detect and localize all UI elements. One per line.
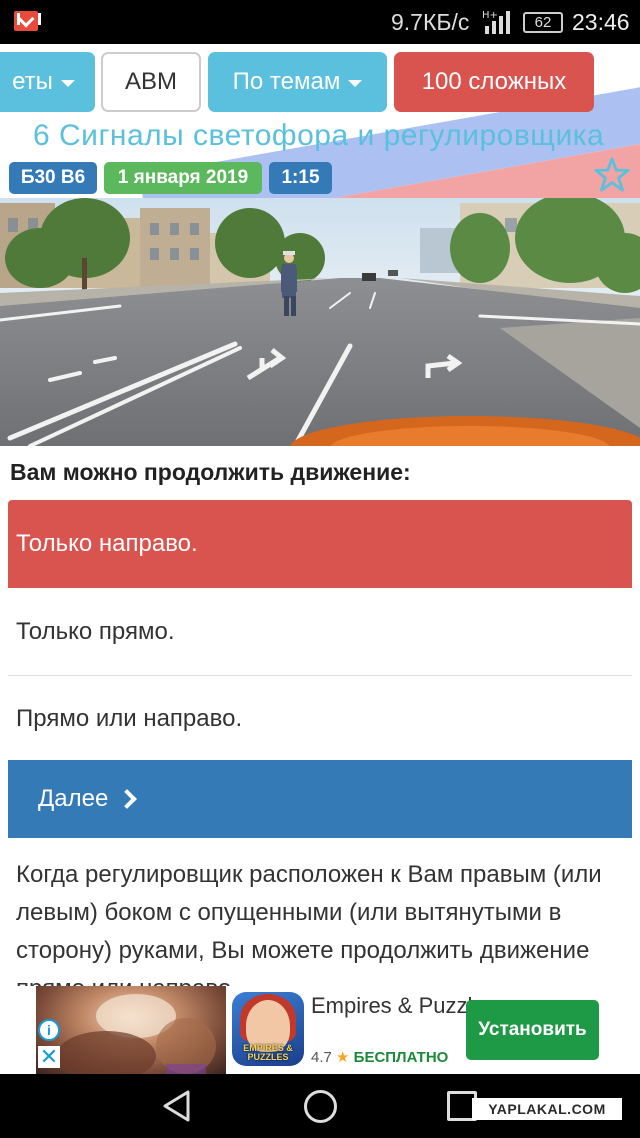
category-abm-button[interactable]: ABM (101, 52, 201, 112)
install-button[interactable]: Установить (466, 1000, 599, 1060)
home-icon[interactable] (304, 1090, 337, 1123)
app-icon-logo: EMPIRES & PUZZLES (243, 1043, 293, 1062)
caret-down-icon (348, 80, 363, 87)
tickets-dropdown-button[interactable]: еты (0, 52, 95, 112)
ticket-badge: Б30 В6 (9, 162, 97, 194)
answer-option-2[interactable]: Только прямо. (8, 588, 632, 676)
next-label: Далее (38, 785, 109, 812)
battery-icon: 62 (523, 12, 563, 33)
ad-image (36, 986, 226, 1074)
ad-info-icon[interactable]: i (38, 1019, 60, 1041)
question-image (0, 198, 640, 446)
next-button[interactable]: Далее (8, 760, 632, 838)
ad-close-icon[interactable]: ✕ (38, 1046, 60, 1068)
explanation-text: Когда регулировщик расположен к Вам прав… (16, 861, 602, 986)
ad-banner[interactable]: i ✕ EMPIRES & PUZZLES Empires & Puzzles … (36, 986, 606, 1074)
header: еты ABM По темам 100 сложных 6 Сигналы с… (0, 44, 640, 198)
status-bar: 9.7КБ/с H+ 62 23:46 (0, 0, 640, 44)
favorite-star-icon[interactable] (593, 156, 631, 194)
battery-level: 62 (534, 14, 552, 31)
topics-label: По темам (232, 68, 341, 95)
answer-option-1[interactable]: Только направо. (8, 500, 632, 588)
topics-dropdown-button[interactable]: По темам (208, 52, 387, 112)
caret-down-icon (60, 80, 75, 87)
hard-questions-button[interactable]: 100 сложных (394, 52, 594, 112)
answer-label: Только прямо. (16, 617, 175, 645)
answer-label: Прямо или направо. (16, 705, 243, 732)
date-badge: 1 января 2019 (104, 162, 262, 194)
clock: 23:46 (572, 9, 630, 35)
signal-icon: H+ (482, 10, 510, 34)
ad-price: БЕСПЛАТНО (353, 1049, 449, 1066)
ad-meta: 4.7 ★ БЕСПЛАТНО (311, 1048, 448, 1066)
chevron-right-icon (117, 789, 138, 809)
answer-option-3[interactable]: Прямо или направо. (8, 675, 632, 763)
app-icon: EMPIRES & PUZZLES (232, 992, 304, 1066)
answer-label: Только направо. (16, 530, 198, 557)
category-label: ABM (124, 68, 177, 95)
network-speed: 9.7КБ/с (391, 9, 470, 35)
page-title: 6 Сигналы светофора и регулировщика (33, 119, 605, 152)
back-icon[interactable] (160, 1089, 194, 1123)
gmail-icon (14, 11, 41, 31)
question-text: Вам можно продолжить движение: (10, 459, 411, 485)
tickets-label: еты (12, 68, 53, 95)
hard-label: 100 сложных (421, 68, 567, 95)
system-nav-bar: YAPLAKAL.COM (0, 1074, 640, 1138)
ad-rating: 4.7 (311, 1049, 332, 1066)
network-type: H+ (482, 10, 498, 21)
timer-badge: 1:15 (269, 162, 332, 194)
watermark: YAPLAKAL.COM (472, 1098, 622, 1120)
rating-star-icon: ★ (336, 1049, 350, 1066)
